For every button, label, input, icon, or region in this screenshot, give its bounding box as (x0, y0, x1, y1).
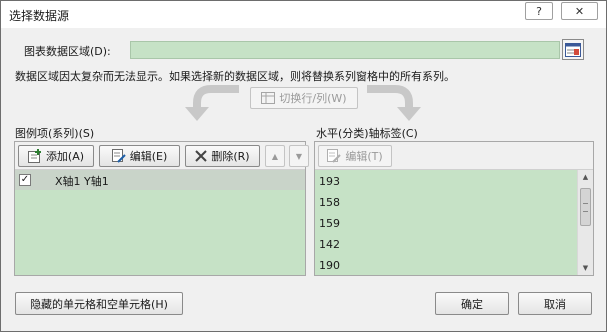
series-list: ✓ X轴1 Y轴1 (15, 170, 305, 275)
hidden-empty-cells-button[interactable]: 隐藏的单元格和空单元格(H) (15, 292, 183, 315)
legend-entries-title: 图例项(系列)(S) (15, 127, 95, 140)
range-select-icon (565, 42, 581, 57)
arrow-down-left-icon (185, 85, 239, 121)
switch-row-column-button[interactable]: 切换行/列(W) (250, 87, 358, 109)
series-name: X轴1 Y轴1 (55, 175, 109, 188)
scrollbar-thumb[interactable] (580, 188, 591, 226)
edit-icon (111, 149, 126, 163)
help-icon: ? (536, 4, 542, 18)
list-item: 193 (319, 175, 340, 188)
edit-axis-labels-button[interactable]: 编辑(T) (318, 145, 392, 167)
move-down-icon: ▼ (295, 151, 303, 161)
switch-icon (261, 92, 276, 104)
scroll-down-icon[interactable]: ▼ (578, 261, 593, 275)
edit-series-button[interactable]: 编辑(E) (99, 145, 180, 167)
add-series-label: 添加(A) (45, 150, 85, 163)
add-icon (27, 149, 41, 163)
edit-series-label: 编辑(E) (129, 150, 168, 163)
help-button[interactable]: ? (525, 2, 553, 20)
series-row[interactable]: ✓ X轴1 Y轴1 (15, 170, 305, 190)
select-data-source-dialog: 选择数据源 ? ✕ 图表数据区域(D): 数据区域因太复杂而无法显示。如果选择新… (0, 0, 607, 332)
title-bar: 选择数据源 ? ✕ (1, 1, 606, 28)
cancel-button[interactable]: 取消 (518, 292, 592, 315)
series-checkbox[interactable]: ✓ (19, 174, 31, 186)
chart-range-input[interactable] (130, 41, 560, 59)
ok-label: 确定 (461, 297, 483, 311)
list-item: 190 (319, 259, 340, 272)
close-icon: ✕ (574, 4, 585, 18)
switch-row-column-label: 切换行/列(W) (279, 92, 347, 105)
legend-toolbar: 添加(A) 编辑(E) 删除(R) ▲ ▼ (15, 142, 309, 170)
dialog-title: 选择数据源 (9, 9, 70, 23)
move-up-button[interactable]: ▲ (265, 145, 285, 167)
legend-entries-panel: 添加(A) 编辑(E) 删除(R) ▲ ▼ ✓ X轴1 Y轴1 (14, 141, 309, 276)
ok-button[interactable]: 确定 (435, 292, 509, 315)
list-item: 142 (319, 238, 340, 251)
list-item: 158 (319, 196, 340, 209)
edit-axis-labels-label: 编辑(T) (345, 150, 383, 163)
warning-message: 数据区域因太复杂而无法显示。如果选择新的数据区域，则将替换系列窗格中的所有系列。 (15, 70, 455, 83)
edit-icon (327, 149, 342, 163)
list-item: 159 (319, 217, 340, 230)
delete-series-label: 删除(R) (211, 150, 250, 163)
close-button[interactable]: ✕ (561, 2, 598, 20)
collapse-range-button[interactable] (562, 39, 584, 60)
add-series-button[interactable]: 添加(A) (18, 145, 94, 167)
scroll-up-icon[interactable]: ▲ (578, 170, 593, 184)
axis-labels-list: 193 158 159 142 190 ▲ ▼ (315, 170, 593, 275)
move-up-icon: ▲ (271, 151, 279, 161)
axis-toolbar: 编辑(T) (315, 142, 593, 170)
hidden-empty-cells-label: 隐藏的单元格和空单元格(H) (30, 297, 168, 311)
arrow-down-right-icon (367, 85, 421, 121)
axis-labels-panel: 编辑(T) 193 158 159 142 190 ▲ ▼ (314, 141, 594, 276)
move-down-button[interactable]: ▼ (289, 145, 309, 167)
axis-labels-title: 水平(分类)轴标签(C) (316, 127, 418, 140)
delete-series-button[interactable]: 删除(R) (185, 145, 260, 167)
cancel-label: 取消 (544, 297, 566, 311)
axis-list-scrollbar[interactable]: ▲ ▼ (577, 170, 593, 275)
chart-range-label: 图表数据区域(D): (24, 45, 111, 58)
delete-icon (195, 150, 208, 162)
